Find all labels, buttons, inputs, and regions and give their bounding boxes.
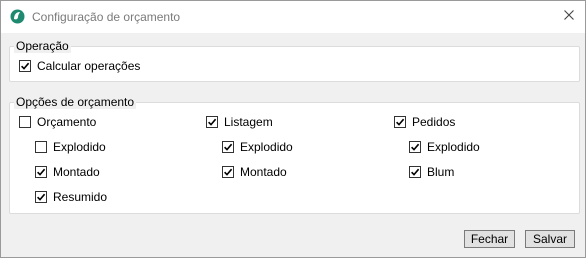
checkmark-icon	[224, 143, 233, 151]
listagem-explodido-checkbox[interactable]: Explodido	[222, 139, 293, 155]
checkbox-label: Calcular operações	[37, 59, 141, 73]
checkmark-icon	[411, 168, 420, 176]
checkbox-label: Orçamento	[37, 115, 97, 129]
checkbox-box[interactable]	[19, 116, 31, 128]
checkmark-icon	[37, 168, 46, 176]
checkbox-box[interactable]	[19, 60, 31, 72]
fechar-button[interactable]: Fechar	[464, 230, 515, 248]
checkbox-box[interactable]	[222, 166, 234, 178]
checkbox-box[interactable]	[409, 166, 421, 178]
checkbox-box[interactable]	[394, 116, 406, 128]
opcoes-orcamento-group-label: Opções de orçamento	[14, 95, 137, 109]
orcamento-montado-checkbox[interactable]: Montado	[35, 164, 100, 180]
orcamento-checkbox[interactable]: Orçamento	[19, 114, 96, 130]
checkbox-label: Blum	[427, 165, 455, 179]
checkbox-box[interactable]	[409, 141, 421, 153]
checkbox-label: Explodido	[240, 140, 293, 154]
checkbox-label: Explodido	[427, 140, 480, 154]
checkmark-icon	[396, 118, 405, 126]
checkbox-box[interactable]	[206, 116, 218, 128]
listagem-montado-checkbox[interactable]: Montado	[222, 164, 287, 180]
checkbox-box[interactable]	[222, 141, 234, 153]
listagem-checkbox[interactable]: Listagem	[206, 114, 273, 130]
close-button[interactable]	[555, 3, 583, 29]
checkmark-icon	[208, 118, 217, 126]
checkmark-icon	[224, 168, 233, 176]
orcamento-explodido-checkbox[interactable]: Explodido	[35, 139, 106, 155]
pedidos-checkbox[interactable]: Pedidos	[394, 114, 455, 130]
checkbox-label: Explodido	[53, 140, 106, 154]
salvar-button[interactable]: Salvar	[525, 230, 575, 248]
checkmark-icon	[411, 143, 420, 151]
checkbox-label: Montado	[240, 165, 287, 179]
checkmark-icon	[37, 193, 46, 201]
operacao-group-label: Operação	[14, 39, 71, 53]
checkbox-label: Listagem	[224, 115, 273, 129]
window-title: Configuração de orçamento	[32, 10, 181, 24]
dialog-window: Configuração de orçamento Operação Calcu…	[0, 0, 586, 258]
checkbox-box[interactable]	[35, 191, 47, 203]
app-logo-icon	[10, 9, 25, 24]
checkbox-label: Montado	[53, 165, 100, 179]
pedidos-explodido-checkbox[interactable]: Explodido	[409, 139, 480, 155]
title-bar: Configuração de orçamento	[1, 1, 585, 33]
checkbox-box[interactable]	[35, 166, 47, 178]
calcular-operacoes-checkbox[interactable]: Calcular operações	[19, 58, 140, 74]
checkbox-label: Resumido	[53, 190, 108, 204]
pedidos-blum-checkbox[interactable]: Blum	[409, 164, 454, 180]
close-icon	[564, 9, 574, 23]
orcamento-resumido-checkbox[interactable]: Resumido	[35, 189, 107, 205]
checkbox-label: Pedidos	[412, 115, 456, 129]
checkbox-box[interactable]	[35, 141, 47, 153]
checkmark-icon	[21, 62, 30, 70]
